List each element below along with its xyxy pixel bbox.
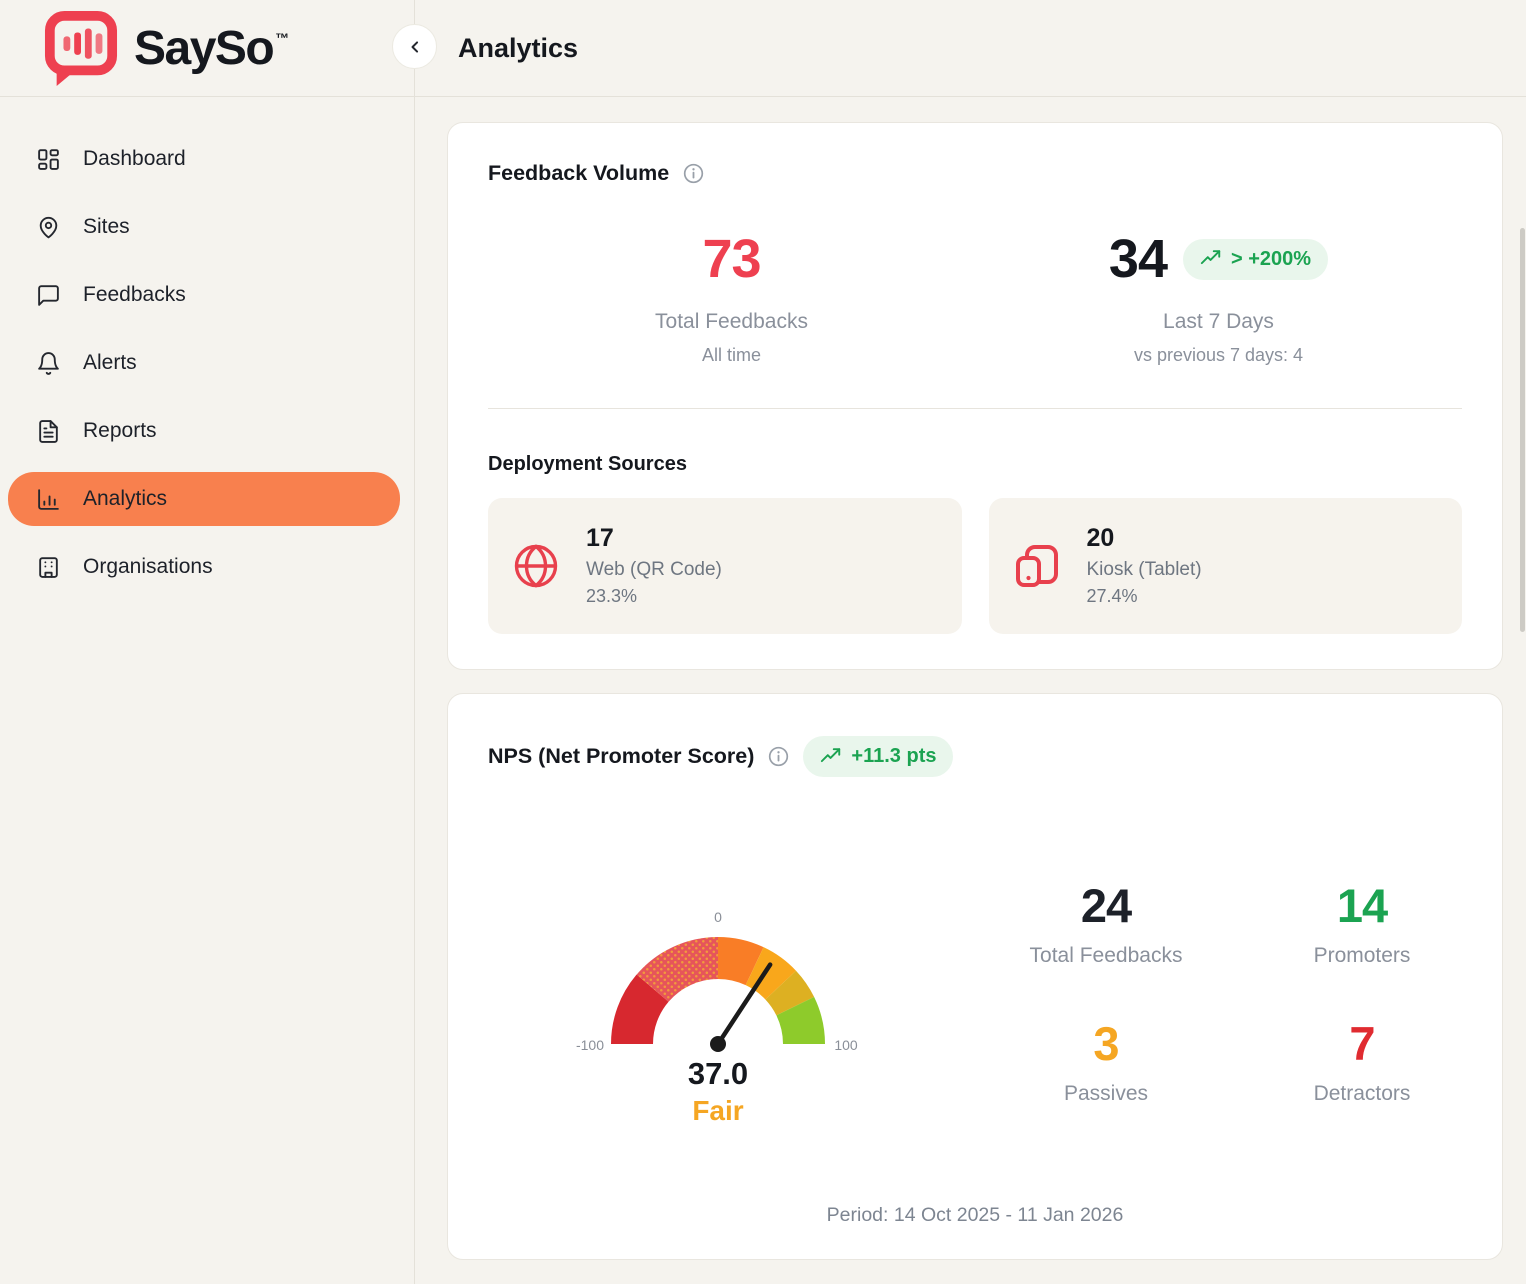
trending-up-icon xyxy=(820,746,842,768)
svg-text:37.0: 37.0 xyxy=(688,1056,748,1091)
nps-title: NPS (Net Promoter Score) xyxy=(488,744,754,769)
nps-period: Period: 14 Oct 2025 - 11 Jan 2026 xyxy=(448,1204,1502,1227)
nps-passives-stat: 3 Passives xyxy=(978,1020,1234,1106)
sidebar-item-analytics[interactable]: Analytics xyxy=(8,472,400,526)
last-7-days-value: 34 xyxy=(1109,232,1167,286)
page-title: Analytics xyxy=(458,0,578,97)
nps-promoters-value: 14 xyxy=(1234,882,1490,929)
nps-total-value: 24 xyxy=(978,882,1234,929)
scrollbar-thumb[interactable] xyxy=(1520,228,1525,632)
trend-badge-label: > +200% xyxy=(1231,248,1311,271)
sidebar-nav: Dashboard Sites Feedbacks xyxy=(0,97,414,594)
top-bar: Analytics xyxy=(0,0,1526,97)
sidebar-item-label: Feedbacks xyxy=(83,283,186,307)
nps-total-stat: 24 Total Feedbacks xyxy=(978,882,1234,968)
last-7-days-label: Last 7 Days xyxy=(975,310,1462,334)
svg-text:100: 100 xyxy=(834,1037,858,1053)
sidebar: SaySo™ Dashboard Sites xyxy=(0,0,415,1284)
total-feedbacks-stat: 73 Total Feedbacks All time xyxy=(488,232,975,366)
sidebar-item-feedbacks[interactable]: Feedbacks xyxy=(8,268,400,322)
sidebar-item-reports[interactable]: Reports xyxy=(8,404,400,458)
main-content: Feedback Volume 73 Total Feedbacks All t… xyxy=(447,122,1503,1260)
kiosk-source-percent: 27.4% xyxy=(1087,586,1202,607)
kiosk-source-value: 20 xyxy=(1087,526,1202,551)
chat-bubble-icon xyxy=(36,283,61,308)
web-source-value: 17 xyxy=(586,526,722,551)
trending-up-icon xyxy=(1200,248,1222,270)
nps-trend-label: +11.3 pts xyxy=(851,745,936,768)
info-icon[interactable] xyxy=(767,745,790,768)
nps-detractors-value: 7 xyxy=(1234,1020,1490,1067)
nps-total-label: Total Feedbacks xyxy=(978,944,1234,968)
nps-promoters-stat: 14 Promoters xyxy=(1234,882,1490,968)
source-card-web: 17 Web (QR Code) 23.3% xyxy=(488,498,962,634)
info-icon[interactable] xyxy=(682,162,705,185)
nps-detractors-label: Detractors xyxy=(1234,1082,1490,1106)
document-icon xyxy=(36,419,61,444)
sidebar-item-label: Analytics xyxy=(83,487,167,511)
nps-promoters-label: Promoters xyxy=(1234,944,1490,968)
nps-card: NPS (Net Promoter Score) +11.3 pts xyxy=(447,693,1503,1260)
chevron-left-icon xyxy=(405,37,425,57)
svg-text:-100: -100 xyxy=(576,1037,604,1053)
kiosk-source-label: Kiosk (Tablet) xyxy=(1087,559,1202,581)
nps-passives-value: 3 xyxy=(978,1020,1234,1067)
bar-chart-icon xyxy=(36,487,61,512)
total-feedbacks-sub: All time xyxy=(488,345,975,366)
total-feedbacks-value: 73 xyxy=(488,232,975,286)
map-pin-icon xyxy=(36,215,61,240)
sidebar-item-label: Reports xyxy=(83,419,157,443)
web-source-percent: 23.3% xyxy=(586,586,722,607)
trend-badge: > +200% xyxy=(1183,239,1328,280)
sidebar-item-label: Alerts xyxy=(83,351,137,375)
back-button[interactable] xyxy=(392,24,437,69)
sidebar-item-label: Organisations xyxy=(83,555,213,579)
bell-icon xyxy=(36,351,61,376)
building-icon xyxy=(36,555,61,580)
nps-detractors-stat: 7 Detractors xyxy=(1234,1020,1490,1106)
nps-trend-badge: +11.3 pts xyxy=(803,736,953,777)
nps-gauge: -100 0 100 37.0 Fair xyxy=(558,894,878,1126)
sidebar-item-label: Dashboard xyxy=(83,147,186,171)
last-7-days-stat: 34 > +200% Last 7 Days vs previous 7 day… xyxy=(975,232,1462,366)
svg-text:0: 0 xyxy=(714,909,722,925)
sidebar-item-sites[interactable]: Sites xyxy=(8,200,400,254)
deployment-sources-title: Deployment Sources xyxy=(488,453,1462,476)
dashboard-icon xyxy=(36,147,61,172)
sidebar-item-organisations[interactable]: Organisations xyxy=(8,540,400,594)
analytics-page: SaySo™ Dashboard Sites xyxy=(0,0,1526,1284)
sidebar-item-alerts[interactable]: Alerts xyxy=(8,336,400,390)
nps-passives-label: Passives xyxy=(978,1082,1234,1106)
svg-text:Fair: Fair xyxy=(692,1095,743,1126)
web-source-label: Web (QR Code) xyxy=(586,559,722,581)
globe-icon xyxy=(512,542,560,590)
feedback-volume-title: Feedback Volume xyxy=(488,161,669,186)
total-feedbacks-label: Total Feedbacks xyxy=(488,310,975,334)
nps-stats-grid: 24 Total Feedbacks 14 Promoters 3 Passiv… xyxy=(978,882,1490,1106)
sidebar-item-dashboard[interactable]: Dashboard xyxy=(8,132,400,186)
sidebar-item-label: Sites xyxy=(83,215,130,239)
feedback-volume-card: Feedback Volume 73 Total Feedbacks All t… xyxy=(447,122,1503,670)
kiosk-tablet-icon xyxy=(1013,542,1061,590)
source-card-kiosk: 20 Kiosk (Tablet) 27.4% xyxy=(989,498,1463,634)
divider xyxy=(488,408,1462,409)
last-7-days-sub: vs previous 7 days: 4 xyxy=(975,345,1462,366)
